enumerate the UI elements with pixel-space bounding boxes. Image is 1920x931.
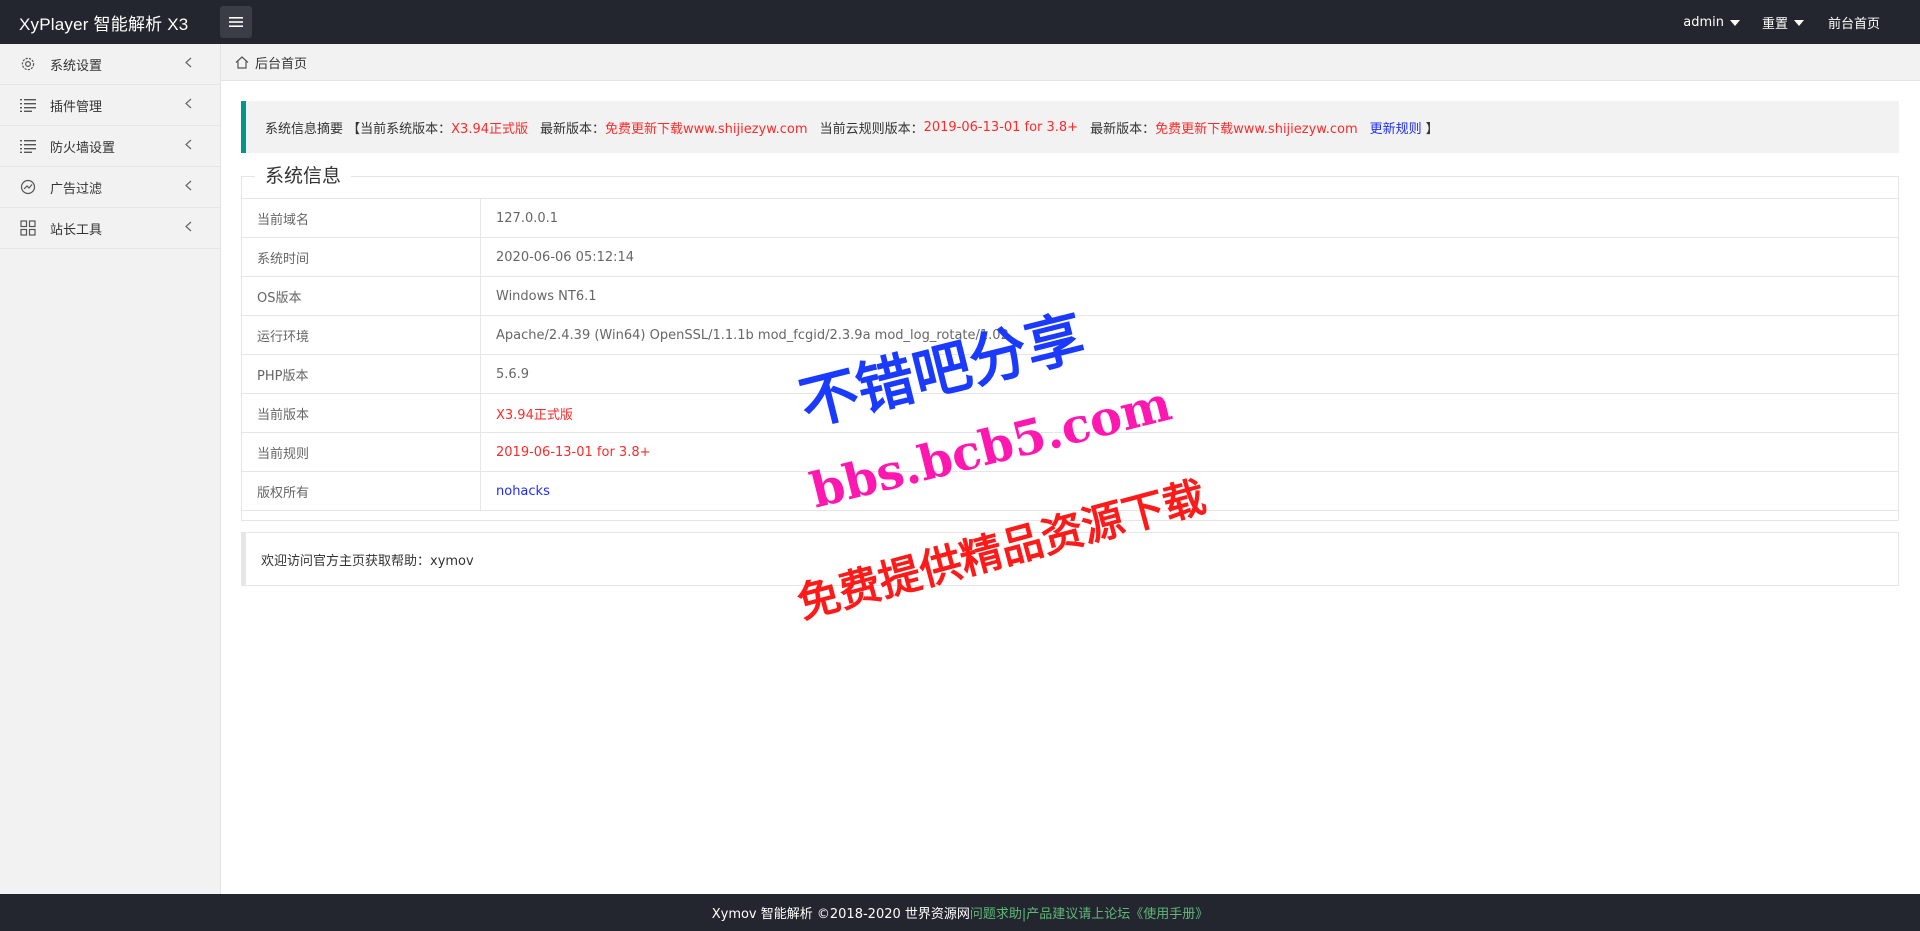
sidebar-item-plugins[interactable]: 插件管理	[0, 85, 220, 126]
chevron-left-icon	[185, 57, 192, 68]
row-value: Apache/2.4.39 (Win64) OpenSSL/1.1.1b mod…	[480, 315, 1899, 355]
sidebar-item-label: 插件管理	[50, 99, 103, 115]
sidebar-item-ad-filter[interactable]: 广告过滤	[0, 167, 220, 208]
front-page-link[interactable]: 前台首页	[1828, 13, 1880, 32]
admin-menu[interactable]: admin	[1683, 15, 1740, 30]
sidebar-item-label: 系统设置	[50, 58, 103, 74]
breadcrumb-home-link[interactable]: 后台首页	[255, 53, 307, 72]
caret-down-icon	[1729, 19, 1740, 26]
grid-icon	[19, 219, 37, 237]
chevron-left-icon	[185, 98, 192, 109]
home-icon	[235, 55, 249, 69]
admin-label: admin	[1683, 14, 1724, 30]
row-key: 当前版本	[241, 393, 481, 433]
chart-icon	[19, 178, 37, 196]
reset-menu[interactable]: 重置	[1762, 13, 1804, 32]
footer-copyright: Xymov 智能解析 ©2018-2020 世界资源网	[711, 907, 970, 922]
list-icon	[19, 96, 37, 114]
footer: Xymov 智能解析 ©2018-2020 世界资源网 问题求助|产品建议请上论…	[0, 894, 1920, 931]
app-title: XyPlayer 智能解析 X3	[19, 14, 189, 34]
top-header: XyPlayer 智能解析 X3 admin 重置 前台首页	[0, 0, 1920, 44]
system-summary-notice: 系统信息摘要 【当前系统版本： X3.94正式版 最新版本： 免费更新下载www…	[241, 101, 1899, 153]
header-nav: admin 重置 前台首页	[1683, 0, 1920, 44]
row-key: PHP版本	[241, 354, 481, 394]
reset-label: 重置	[1761, 16, 1788, 32]
gear-icon	[19, 55, 37, 73]
table-row: 系统时间 2020-06-06 05:12:14	[241, 237, 1899, 277]
rule-label: 当前云规则版本：	[819, 121, 924, 137]
row-value: 2020-06-06 05:12:14	[480, 237, 1899, 277]
update-rules-link[interactable]: 更新规则	[1370, 118, 1422, 137]
table-row: 当前域名 127.0.0.1	[241, 198, 1899, 238]
summary-prefix: 系统信息摘要 【当前系统版本：	[265, 121, 452, 137]
chevron-left-icon	[185, 139, 192, 150]
system-info-title: 系统信息	[255, 163, 352, 189]
row-key: 运行环境	[241, 315, 481, 355]
breadcrumb: 后台首页	[221, 44, 1920, 81]
chevron-left-icon	[185, 180, 192, 191]
sidebar-item-label: 广告过滤	[50, 181, 103, 197]
current-version: X3.94正式版	[451, 121, 528, 137]
rule-version: 2019-06-13-01 for 3.8+	[923, 119, 1079, 135]
menu-toggle-button[interactable]	[220, 6, 252, 38]
sidebar: 系统设置 插件管理 防火墙设置 广告过滤 站长工具	[0, 44, 221, 894]
sidebar-item-webmaster-tools[interactable]: 站长工具	[0, 208, 220, 249]
latest-version-link[interactable]: 免费更新下载www.shijiezyw.com	[605, 118, 808, 137]
sidebar-item-label: 防火墙设置	[50, 140, 116, 156]
row-key: 系统时间	[241, 237, 481, 277]
summary-suffix: 】	[1425, 121, 1439, 137]
chevron-left-icon	[185, 221, 192, 232]
hamburger-icon	[229, 17, 243, 27]
sidebar-item-label: 站长工具	[50, 222, 103, 238]
latest-version-link-2[interactable]: 免费更新下载www.shijiezyw.com	[1155, 118, 1358, 137]
row-key: OS版本	[241, 276, 481, 316]
list-icon	[19, 137, 37, 155]
row-value: X3.94正式版	[480, 393, 1899, 433]
footer-help-link[interactable]: 问题求助|产品建议请上论坛《使用手册》	[970, 903, 1208, 922]
row-value: 5.6.9	[480, 354, 1899, 394]
row-key: 当前规则	[241, 432, 481, 472]
row-key: 版权所有	[241, 471, 481, 511]
caret-down-icon	[1793, 19, 1804, 26]
latest-label-2: 最新版本：	[1090, 121, 1156, 137]
latest-label: 最新版本：	[540, 121, 606, 137]
sidebar-item-system-settings[interactable]: 系统设置	[0, 44, 220, 85]
sidebar-item-firewall[interactable]: 防火墙设置	[0, 126, 220, 167]
row-key: 当前域名	[241, 198, 481, 238]
row-value: 127.0.0.1	[480, 198, 1899, 238]
row-value: Windows NT6.1	[480, 276, 1899, 316]
